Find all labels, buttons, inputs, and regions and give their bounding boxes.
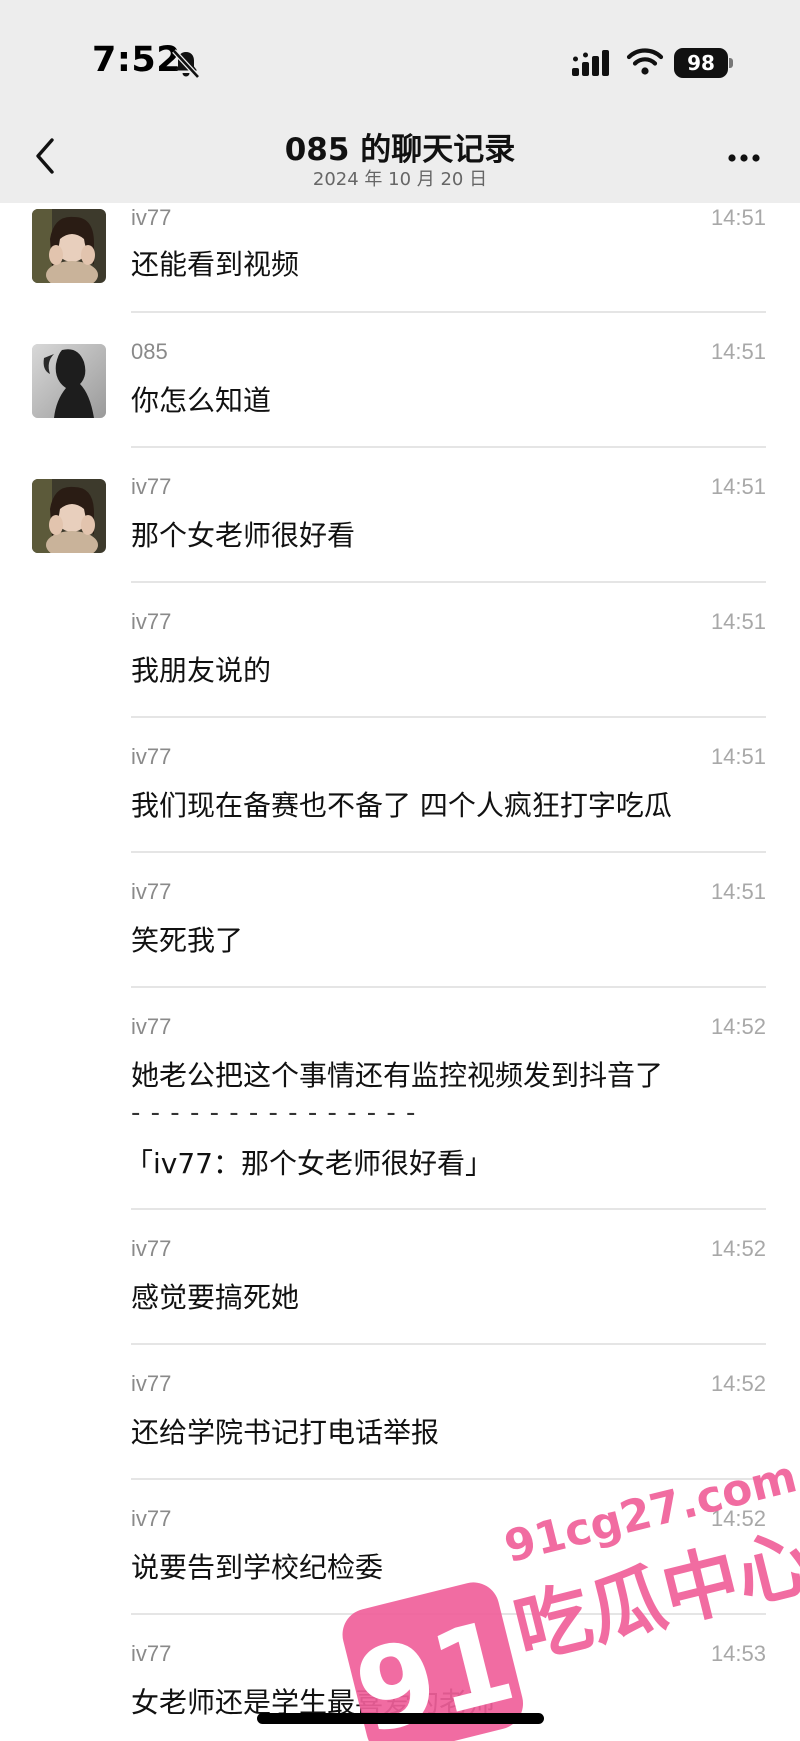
message-text: 那个女老师很好看 xyxy=(131,519,356,552)
message-text: 我们现在备赛也不备了 四个人疯狂打字吃瓜 xyxy=(131,789,672,822)
battery-indicator: 98 xyxy=(674,48,728,78)
message-time: 14:51 xyxy=(710,744,766,769)
message-time: 14:52 xyxy=(710,1014,766,1039)
sender-name: iv77 xyxy=(131,1236,172,1261)
message-time: 14:51 xyxy=(710,609,766,634)
page-subtitle-date: 2024 年 10 月 20 日 xyxy=(312,169,488,190)
sender-name: 085 xyxy=(131,339,168,364)
sender-name: iv77 xyxy=(131,205,172,230)
list-item[interactable]: iv77 14:51 我朋友说的 xyxy=(0,583,800,718)
list-item[interactable]: iv77 14:52 她老公把这个事情还有监控视频发到抖音了 - - - - -… xyxy=(0,988,800,1210)
list-item[interactable]: iv77 14:51 那个女老师很好看 xyxy=(0,448,800,583)
home-indicator[interactable] xyxy=(257,1713,544,1724)
message-text: 还给学院书记打电话举报 xyxy=(131,1416,440,1449)
sender-name: iv77 xyxy=(131,474,172,499)
message-text: 还能看到视频 xyxy=(131,248,300,281)
message-text: 她老公把这个事情还有监控视频发到抖音了 xyxy=(131,1059,664,1092)
list-item[interactable]: 085 14:51 你怎么知道 xyxy=(0,313,800,448)
avatar-iv77[interactable] xyxy=(32,479,106,553)
quoted-message: 「iv77：那个女老师很好看」 xyxy=(125,1147,493,1180)
list-item[interactable]: iv77 14:52 感觉要搞死她 xyxy=(0,1210,800,1345)
message-time: 14:51 xyxy=(710,879,766,904)
sender-name: iv77 xyxy=(131,744,172,769)
message-text: 笑死我了 xyxy=(131,924,244,957)
page-title: 085 的聊天记录 xyxy=(284,132,516,168)
more-options-icon[interactable] xyxy=(724,140,764,176)
cell-signal-icon xyxy=(572,50,609,76)
message-text: 你怎么知道 xyxy=(131,384,272,417)
bell-muted-icon xyxy=(172,49,200,79)
chat-header: 7:52 98 085 的聊天记录 2024 年 10 月 20 日 xyxy=(0,0,800,203)
list-item[interactable]: iv77 14:51 还能看到视频 xyxy=(0,203,800,313)
battery-nub xyxy=(729,58,733,68)
sender-name: iv77 xyxy=(131,1641,172,1666)
wifi-icon xyxy=(626,48,664,75)
message-time: 14:51 xyxy=(710,205,766,230)
sender-name: iv77 xyxy=(131,1506,172,1531)
list-item[interactable]: iv77 14:51 笑死我了 xyxy=(0,853,800,988)
sender-name: iv77 xyxy=(131,1371,172,1396)
list-item[interactable]: iv77 14:51 我们现在备赛也不备了 四个人疯狂打字吃瓜 xyxy=(0,718,800,853)
watermark-logo: 91 91cg27.com 吃瓜中心 xyxy=(342,1451,800,1741)
message-time: 14:52 xyxy=(710,1236,766,1261)
sender-name: iv77 xyxy=(131,879,172,904)
sender-name: iv77 xyxy=(131,609,172,634)
message-text: 感觉要搞死她 xyxy=(131,1281,300,1314)
sender-name: iv77 xyxy=(131,1014,172,1039)
quote-divider: - - - - - - - - - - - - - - - xyxy=(131,1098,417,1128)
message-time: 14:51 xyxy=(710,474,766,499)
avatar-iv77[interactable] xyxy=(32,209,106,283)
avatar-085[interactable] xyxy=(32,344,106,418)
message-time: 14:52 xyxy=(710,1371,766,1396)
status-time: 7:52 xyxy=(92,40,182,80)
message-time: 14:51 xyxy=(710,339,766,364)
message-text: 我朋友说的 xyxy=(131,654,272,687)
